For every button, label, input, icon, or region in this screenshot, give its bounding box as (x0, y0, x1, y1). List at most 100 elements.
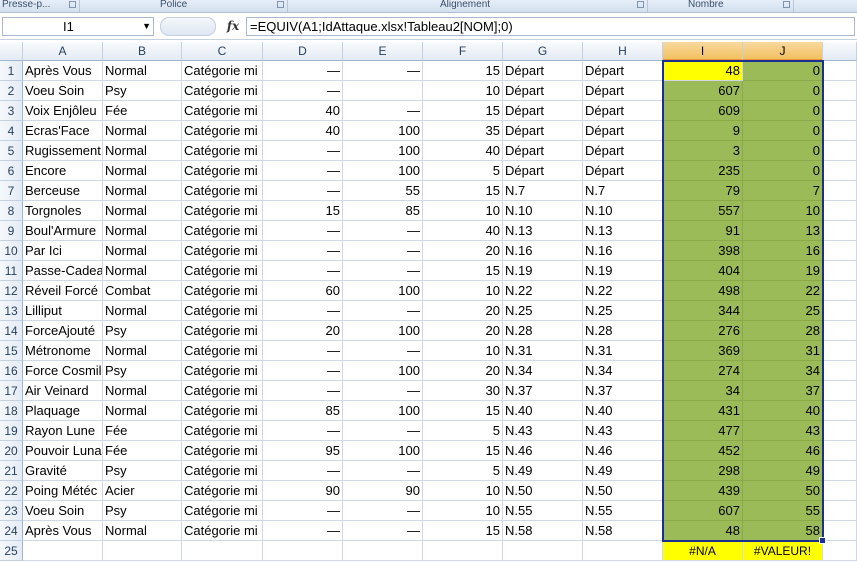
cell-d[interactable]: 20 (263, 321, 343, 341)
cell-g[interactable]: N.28 (503, 321, 583, 341)
select-all-corner[interactable] (0, 42, 23, 61)
cell-g[interactable]: N.7 (503, 181, 583, 201)
cell-e[interactable]: 90 (343, 481, 423, 501)
cell-i[interactable]: 557 (663, 201, 743, 221)
cell-g[interactable]: N.34 (503, 361, 583, 381)
column-header-c[interactable]: C (182, 42, 263, 61)
cell-b[interactable]: Normal (103, 521, 182, 541)
cell-d[interactable]: — (263, 221, 343, 241)
cell-b[interactable]: Normal (103, 261, 182, 281)
cell-j[interactable]: 16 (743, 241, 823, 261)
cell-g[interactable]: N.31 (503, 341, 583, 361)
cell-f[interactable]: 10 (423, 201, 503, 221)
cell-g[interactable]: N.55 (503, 501, 583, 521)
chevron-down-icon[interactable]: ▼ (142, 18, 151, 35)
cell-h[interactable]: Départ (583, 101, 663, 121)
cell-c[interactable]: Catégorie mi (182, 81, 263, 101)
cell-k[interactable] (823, 321, 857, 341)
column-header-i[interactable]: I (663, 42, 743, 61)
cell-c[interactable] (182, 541, 263, 561)
cell-e[interactable]: — (343, 301, 423, 321)
cell-d[interactable]: 85 (263, 401, 343, 421)
row-header[interactable]: 19 (0, 421, 23, 441)
cell-k[interactable] (823, 161, 857, 181)
cell-i[interactable]: 274 (663, 361, 743, 381)
cell-k[interactable] (823, 441, 857, 461)
row-header[interactable]: 12 (0, 281, 23, 301)
cell-d[interactable]: — (263, 421, 343, 441)
cell-h[interactable]: N.55 (583, 501, 663, 521)
cell-b[interactable]: Normal (103, 141, 182, 161)
cell-b[interactable]: Psy (103, 461, 182, 481)
cell-i[interactable]: #N/A (663, 541, 743, 561)
cell-h[interactable]: N.49 (583, 461, 663, 481)
alignment-dialog-launcher-icon[interactable] (637, 1, 644, 8)
cell-e[interactable]: 100 (343, 401, 423, 421)
cell-d[interactable]: — (263, 461, 343, 481)
row-header[interactable]: 25 (0, 541, 23, 561)
cell-g[interactable]: Départ (503, 161, 583, 181)
cell-b[interactable]: Normal (103, 121, 182, 141)
cell-a[interactable]: Passe-Cadea (23, 261, 103, 281)
column-header-b[interactable]: B (103, 42, 182, 61)
cell-j[interactable]: 37 (743, 381, 823, 401)
cell-f[interactable]: 15 (423, 101, 503, 121)
cell-f[interactable]: 15 (423, 401, 503, 421)
cell-h[interactable]: N.19 (583, 261, 663, 281)
cell-b[interactable]: Normal (103, 201, 182, 221)
cell-i[interactable]: 607 (663, 81, 743, 101)
cell-f[interactable]: 20 (423, 361, 503, 381)
cell-i[interactable]: 9 (663, 121, 743, 141)
cell-c[interactable]: Catégorie mi (182, 61, 263, 81)
cell-a[interactable]: Voeu Soin (23, 501, 103, 521)
cell-i[interactable]: 609 (663, 101, 743, 121)
name-box[interactable]: I1 ▼ (2, 17, 154, 36)
cell-k[interactable] (823, 241, 857, 261)
cell-a[interactable]: Boul'Armure (23, 221, 103, 241)
cell-f[interactable]: 30 (423, 381, 503, 401)
cell-h[interactable]: N.10 (583, 201, 663, 221)
cell-e[interactable]: 100 (343, 441, 423, 461)
cell-e[interactable]: 100 (343, 321, 423, 341)
row-header[interactable]: 18 (0, 401, 23, 421)
column-header-k[interactable] (823, 42, 857, 61)
cell-c[interactable]: Catégorie mi (182, 441, 263, 461)
cell-h[interactable]: N.34 (583, 361, 663, 381)
row-header[interactable]: 1 (0, 61, 23, 81)
cell-c[interactable]: Catégorie mi (182, 181, 263, 201)
column-header-a[interactable]: A (23, 42, 103, 61)
cell-j[interactable]: 46 (743, 441, 823, 461)
cell-h[interactable]: N.31 (583, 341, 663, 361)
cell-k[interactable] (823, 421, 857, 441)
cell-e[interactable]: — (343, 501, 423, 521)
cell-a[interactable]: Après Vous (23, 61, 103, 81)
cell-b[interactable]: Acier (103, 481, 182, 501)
cell-i[interactable]: 398 (663, 241, 743, 261)
cell-j[interactable]: 43 (743, 421, 823, 441)
cell-c[interactable]: Catégorie mi (182, 361, 263, 381)
cell-i[interactable]: 477 (663, 421, 743, 441)
cell-c[interactable]: Catégorie mi (182, 501, 263, 521)
cell-f[interactable]: 10 (423, 81, 503, 101)
cell-h[interactable]: Départ (583, 81, 663, 101)
cell-e[interactable]: — (343, 61, 423, 81)
cell-h[interactable]: Départ (583, 161, 663, 181)
cell-i[interactable]: 498 (663, 281, 743, 301)
cell-g[interactable] (503, 541, 583, 561)
cell-c[interactable]: Catégorie mi (182, 221, 263, 241)
cell-i[interactable]: 607 (663, 501, 743, 521)
cell-g[interactable]: Départ (503, 81, 583, 101)
cell-b[interactable] (103, 541, 182, 561)
cell-k[interactable] (823, 501, 857, 521)
cell-k[interactable] (823, 461, 857, 481)
cell-d[interactable]: 90 (263, 481, 343, 501)
row-header[interactable]: 11 (0, 261, 23, 281)
cell-j[interactable]: 13 (743, 221, 823, 241)
cell-j[interactable]: 50 (743, 481, 823, 501)
cell-j[interactable]: 0 (743, 121, 823, 141)
cell-c[interactable]: Catégorie mi (182, 521, 263, 541)
cell-h[interactable]: N.25 (583, 301, 663, 321)
cell-i[interactable]: 431 (663, 401, 743, 421)
cell-g[interactable]: N.43 (503, 421, 583, 441)
cell-a[interactable]: Métronome (23, 341, 103, 361)
